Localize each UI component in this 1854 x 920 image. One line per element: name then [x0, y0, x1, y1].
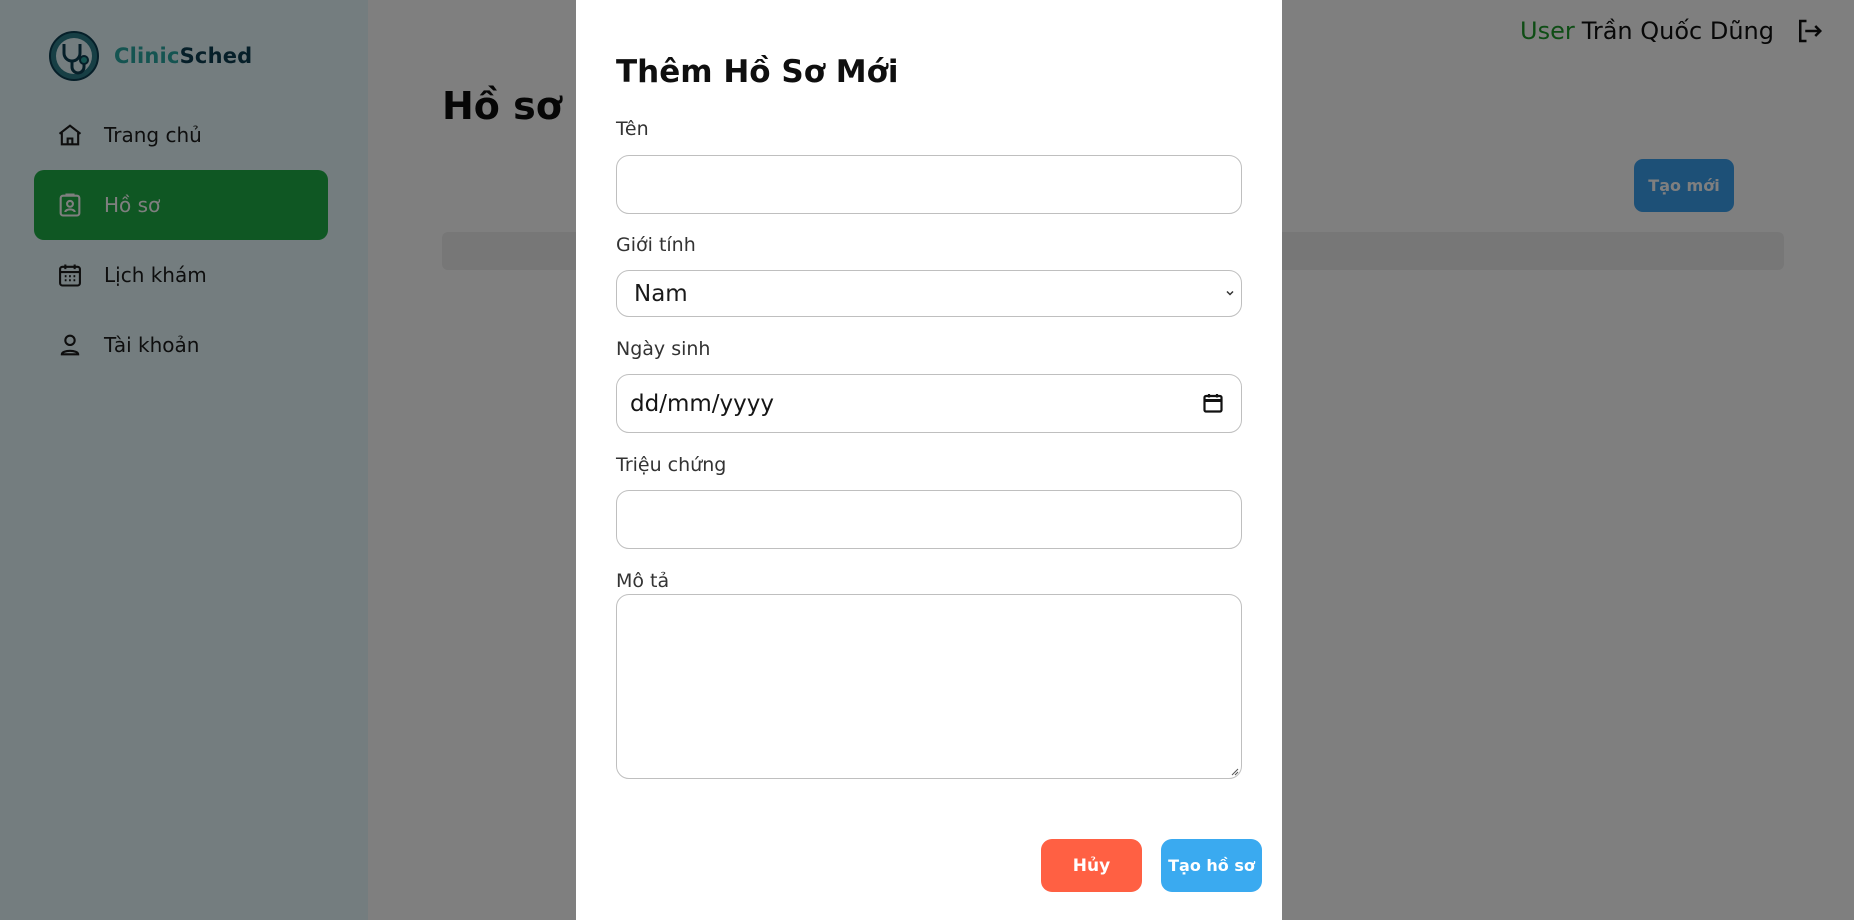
- gender-label: Giới tính: [616, 234, 696, 256]
- name-label: Tên: [616, 118, 649, 140]
- new-profile-modal: Thêm Hồ Sơ Mới Tên Giới tính Nam Ngày si…: [576, 0, 1282, 920]
- dob-input[interactable]: dd/mm/yyyy: [616, 374, 1242, 433]
- cancel-button[interactable]: Hủy: [1041, 839, 1142, 892]
- resize-handle-icon[interactable]: [1229, 766, 1239, 776]
- description-label: Mô tả: [616, 570, 670, 592]
- symptoms-input[interactable]: [616, 490, 1242, 549]
- create-profile-button[interactable]: Tạo hồ sơ: [1161, 839, 1262, 892]
- chevron-down-icon: [1226, 290, 1234, 296]
- dob-label: Ngày sinh: [616, 338, 711, 360]
- calendar-icon[interactable]: [1201, 391, 1225, 415]
- description-textarea[interactable]: [616, 594, 1242, 779]
- modal-title: Thêm Hồ Sơ Mới: [616, 54, 899, 90]
- dob-placeholder: dd/mm/yyyy: [630, 390, 774, 417]
- gender-select[interactable]: Nam: [616, 270, 1242, 317]
- gender-selected-value: Nam: [634, 280, 688, 307]
- name-input[interactable]: [616, 155, 1242, 214]
- symptoms-label: Triệu chứng: [616, 454, 727, 476]
